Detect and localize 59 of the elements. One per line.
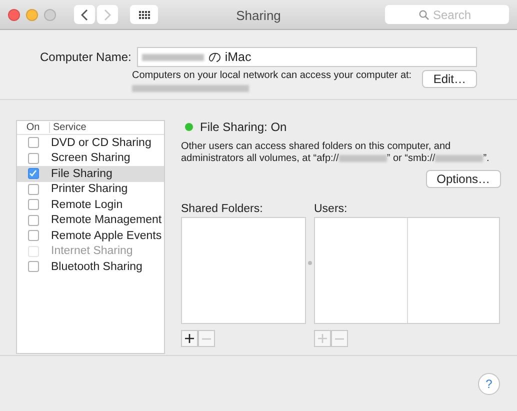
service-name: File Sharing: [50, 168, 112, 180]
service-row[interactable]: Bluetooth Sharing: [17, 259, 164, 274]
status-text: File Sharing: On: [200, 120, 287, 134]
show-all-button[interactable]: [130, 5, 158, 24]
plus-icon: [318, 334, 327, 343]
checkbox[interactable]: [28, 214, 38, 226]
split-handle[interactable]: [308, 261, 312, 265]
users-label: Users:: [314, 203, 348, 215]
help-button[interactable]: ?: [478, 372, 500, 394]
chevron-right-icon: [104, 8, 111, 20]
computer-name-field[interactable]: の iMac: [137, 47, 477, 67]
minimize-button[interactable]: [26, 8, 38, 20]
add-button[interactable]: [181, 330, 198, 347]
checkbox[interactable]: [28, 137, 38, 148]
redacted-text: [142, 54, 204, 60]
service-row[interactable]: Printer Sharing: [17, 182, 164, 197]
search-field[interactable]: Search: [385, 5, 509, 24]
window-title: Sharing: [236, 8, 281, 23]
network-address-note: Computers on your local network can access your computer at:: [132, 70, 412, 81]
minus-icon: [335, 338, 344, 340]
service-name: Remote Apple Events: [50, 230, 162, 242]
service-name: Internet Sharing: [50, 245, 133, 258]
service-name: Printer Sharing: [50, 183, 128, 196]
checkbox[interactable]: [28, 184, 38, 195]
service-name: Screen Sharing: [50, 152, 130, 164]
options-button[interactable]: Options…: [426, 170, 501, 188]
checkbox[interactable]: [28, 168, 38, 180]
service-row[interactable]: File Sharing: [17, 166, 164, 182]
service-row[interactable]: Screen Sharing: [17, 150, 164, 166]
description-text: Other users can access shared folders on this computer, and administrators all volumes, at “afp:// ” or “smb:// ”.: [181, 141, 490, 165]
column-header: On: [17, 122, 50, 133]
column-header: Service: [52, 122, 86, 133]
service-name: Remote Login: [50, 198, 123, 211]
plus-icon: [185, 334, 194, 343]
computer-name-value: の iMac: [208, 48, 252, 66]
service-name: Bluetooth Sharing: [50, 260, 142, 273]
service-name: Remote Management: [50, 214, 162, 226]
computer-name-label: Computer Name:: [40, 50, 132, 64]
grid-icon: [138, 10, 150, 18]
service-row[interactable]: DVD or CD Sharing: [17, 135, 164, 150]
service-name: DVD or CD Sharing: [50, 136, 152, 149]
edit-button[interactable]: Edit…: [422, 70, 477, 88]
close-button[interactable]: [8, 8, 20, 20]
checkbox[interactable]: [28, 261, 38, 272]
shared-folders-label: Shared Folders:: [181, 203, 264, 215]
checkmark-icon: [29, 170, 37, 178]
search-icon: [419, 10, 429, 20]
checkbox[interactable]: [28, 152, 38, 164]
redacted-text: [435, 154, 484, 162]
redacted-text: [338, 154, 387, 162]
checkbox[interactable]: [28, 230, 38, 242]
zoom-button[interactable]: [44, 8, 56, 20]
chevron-left-icon: [81, 8, 88, 20]
service-row[interactable]: Remote Apple Events: [17, 228, 164, 244]
back-button[interactable]: [74, 5, 95, 24]
checkbox[interactable]: [28, 199, 38, 210]
minus-icon: [202, 338, 211, 340]
service-row[interactable]: Remote Login: [17, 197, 164, 212]
service-row[interactable]: Remote Management: [17, 212, 164, 228]
